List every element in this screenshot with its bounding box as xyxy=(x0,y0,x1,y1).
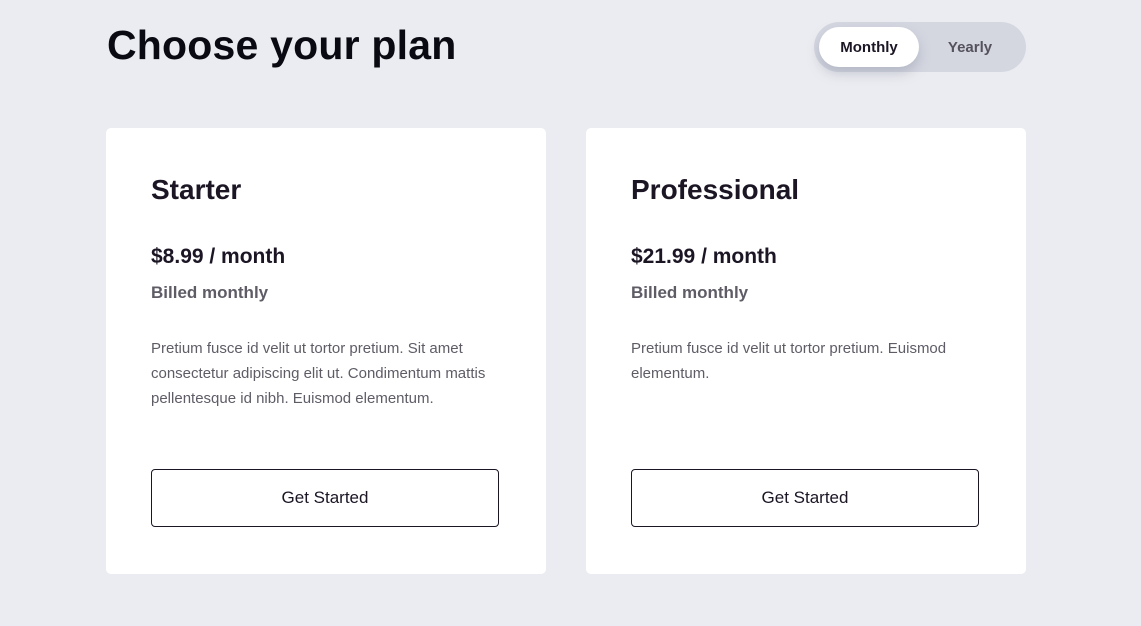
toggle-option-monthly[interactable]: Monthly xyxy=(819,27,919,67)
page-title: Choose your plan xyxy=(107,22,457,68)
plan-name: Professional xyxy=(631,174,800,205)
get-started-button[interactable]: Get Started xyxy=(151,469,499,527)
toggle-option-yearly[interactable]: Yearly xyxy=(920,27,1020,67)
plan-price: $8.99 / month xyxy=(151,245,286,268)
plan-billing: Billed monthly xyxy=(151,283,269,302)
plan-billing: Billed monthly xyxy=(631,283,749,302)
plan-description: Pretium fusce id velit ut tortor pretium… xyxy=(151,340,486,407)
get-started-button[interactable]: Get Started xyxy=(631,469,979,527)
plan-card-professional: Professional $21.99 / month Billed month… xyxy=(586,128,1026,574)
plan-description: Pretium fusce id velit ut tortor pretium… xyxy=(631,340,947,382)
billing-period-toggle[interactable]: Monthly Yearly xyxy=(814,22,1026,72)
plan-price: $21.99 / month xyxy=(631,245,777,268)
plan-name: Starter xyxy=(151,174,242,205)
plan-card-starter: Starter $8.99 / month Billed monthly Pre… xyxy=(106,128,546,574)
